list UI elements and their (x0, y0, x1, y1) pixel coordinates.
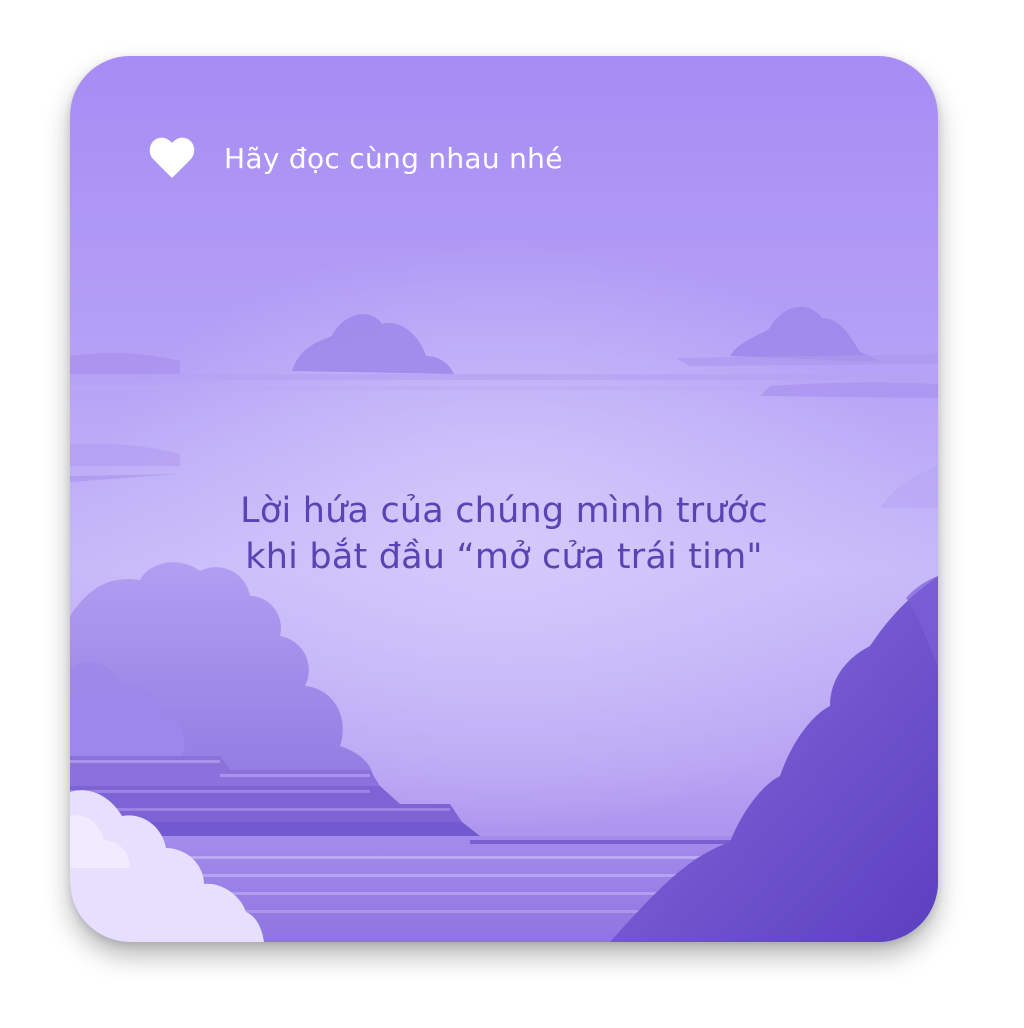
header-title: Hãy đọc cùng nhau nhé (224, 141, 563, 175)
heart-icon (149, 137, 195, 178)
quote-line-2: khi bắt đầu “mở cửa trái tim" (245, 537, 763, 577)
quote-line-1: Lời hứa của chúng mình trước (240, 491, 768, 531)
promise-card: Hãy đọc cùng nhau nhé Lời hứa của chúng … (70, 56, 938, 942)
promise-quote: Lời hứa của chúng mình trước khi bắt đầu… (70, 488, 938, 580)
card-header: Hãy đọc cùng nhau nhé (148, 134, 563, 182)
